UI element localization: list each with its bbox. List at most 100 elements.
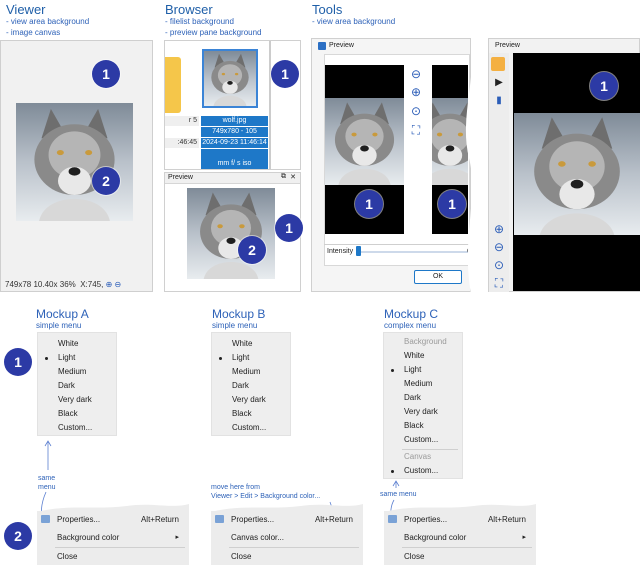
intensity-slider-thumb[interactable]	[356, 246, 361, 256]
close-icon[interactable]: ✕	[290, 173, 296, 181]
preview-panel: Preview ▶ ▮ ⊕ ⊖ ⊙ ⛶	[488, 38, 640, 292]
pin-icon[interactable]: ⧉	[281, 173, 286, 181]
zoom-100-icon[interactable]: ⊙	[408, 103, 424, 119]
zoom-fit-icon[interactable]: ⊕	[106, 280, 113, 289]
menu-item-black[interactable]: Black	[212, 407, 290, 421]
menu-item-very-dark[interactable]: Very dark	[384, 405, 462, 419]
ctx-close[interactable]: Close	[37, 548, 189, 565]
mockup-a-context-menu: Properties... Alt+Return Background color…	[37, 511, 189, 565]
col-left-1: r 5	[165, 116, 199, 126]
menu-item-light[interactable]: Light	[212, 351, 290, 365]
preview-image	[187, 188, 275, 279]
divider	[324, 244, 470, 245]
menu-item-very-dark[interactable]: Very dark	[212, 393, 290, 407]
menu-item-label: Custom...	[404, 435, 439, 444]
tools-title: Tools	[312, 2, 343, 17]
ctx-close[interactable]: Close	[384, 548, 536, 565]
menu-item-label: Light	[404, 365, 422, 374]
menu-item-label: Medium	[58, 367, 87, 376]
zoom-in-icon[interactable]: ⊕	[491, 221, 507, 237]
preview-title: Preview	[168, 174, 193, 181]
zoom-out-icon[interactable]: ⊖	[491, 239, 507, 255]
menu-item-label: Background	[404, 337, 447, 346]
menu-item-custom-canvas[interactable]: Custom...	[384, 464, 462, 478]
menu-item-light[interactable]: Light	[38, 351, 116, 365]
menu-item-custom[interactable]: Custom...	[38, 421, 116, 435]
ctx-properties[interactable]: Properties... Alt+Return	[37, 511, 189, 528]
ctx-background-color[interactable]: Background color ▸	[384, 529, 536, 546]
intensity-slider-track[interactable]	[356, 251, 468, 253]
menu-item-label: Canvas	[404, 452, 432, 461]
ctx-shortcut: Alt+Return	[314, 515, 353, 524]
viewer-note-2: - image canvas	[6, 28, 61, 37]
split-view-icon[interactable]: ▮	[491, 93, 507, 109]
ctx-canvas-color[interactable]: Canvas color...	[211, 529, 363, 546]
zoom-out-icon[interactable]: ⊖	[115, 280, 122, 289]
menu-item-label: Medium	[232, 367, 261, 376]
preview-panel-image	[514, 113, 640, 235]
fit-icon[interactable]: ⛶	[491, 275, 507, 291]
ctx-label: Close	[57, 552, 78, 561]
zoom-in-icon[interactable]: ⊕	[408, 84, 424, 100]
menu-item-dark[interactable]: Dark	[212, 379, 290, 393]
browser-note-2: - preview pane background	[165, 28, 262, 37]
intensity-label: Intensity	[327, 248, 354, 255]
folder-icon[interactable]	[165, 57, 181, 113]
badge-viewer-2: 2	[92, 167, 120, 195]
badge-preview-2: 2	[238, 236, 266, 264]
ctx-label: Properties...	[231, 515, 275, 524]
menu-item-white[interactable]: White	[212, 337, 290, 351]
ctx-shortcut: Alt+Return	[140, 515, 179, 524]
preview-checkbox[interactable]	[318, 42, 326, 50]
ctx-label: Canvas color...	[231, 533, 284, 542]
mockup-b-subtitle: simple menu	[212, 321, 258, 330]
menu-item-label: Black	[232, 409, 252, 418]
menu-item-dark[interactable]: Dark	[38, 379, 116, 393]
zoom-100-icon[interactable]: ⊙	[491, 257, 507, 273]
ctx-close[interactable]: Close	[211, 548, 363, 565]
menu-item-custom[interactable]: Custom...	[212, 421, 290, 435]
wolf-illustration	[200, 192, 262, 279]
zoom-out-icon[interactable]: ⊖	[408, 66, 424, 82]
ctx-background-color[interactable]: Background color ▸	[37, 529, 189, 546]
menu-item-label: Custom...	[404, 466, 439, 475]
menu-item-black[interactable]: Black	[384, 419, 462, 433]
menu-item-medium[interactable]: Medium	[212, 365, 290, 379]
wolf-illustration	[211, 53, 249, 106]
ctx-properties[interactable]: Properties... Alt+Return	[211, 511, 363, 528]
menu-item-white[interactable]: White	[384, 349, 462, 363]
play-icon[interactable]: ▶	[491, 75, 507, 91]
thumbnail-selected[interactable]	[202, 49, 258, 108]
menu-item-very-dark[interactable]: Very dark	[38, 393, 116, 407]
mockup-b-title: Mockup B	[212, 307, 266, 321]
menu-item-white[interactable]: White	[38, 337, 116, 351]
menu-item-light[interactable]: Light	[384, 363, 462, 377]
menu-item-black[interactable]: Black	[38, 407, 116, 421]
badge-tools-1b: 1	[438, 190, 466, 218]
detail-filename: wolf.jpg	[201, 116, 268, 126]
menu-item-label: Very dark	[404, 407, 438, 416]
status-size: 10.40x	[33, 280, 58, 289]
detail-blank	[201, 149, 268, 159]
filelist-scrollbar[interactable]	[269, 41, 271, 169]
ctx-shortcut: Alt+Return	[487, 515, 526, 524]
preview-checkbox-label: Preview	[329, 42, 354, 49]
ctx-label: Properties...	[57, 515, 101, 524]
viewer-note-1: - view area background	[6, 17, 90, 26]
menu-item-custom-bg[interactable]: Custom...	[384, 433, 462, 447]
badge-row-2: 2	[4, 522, 32, 550]
ctx-label: Close	[404, 552, 425, 561]
badge-preview-1: 1	[275, 214, 303, 242]
mockup-c-menu: Background White Light Medium Dark Very …	[383, 332, 463, 479]
ctx-properties[interactable]: Properties... Alt+Return	[384, 511, 536, 528]
col-left-2: :46:45	[165, 138, 199, 148]
image-icon[interactable]	[491, 57, 505, 71]
detail-dims: 749x780 - 105	[201, 127, 268, 137]
menu-item-medium[interactable]: Medium	[384, 377, 462, 391]
menu-item-medium[interactable]: Medium	[38, 365, 116, 379]
selected-bullet-icon	[45, 357, 48, 360]
badge-panel-1: 1	[590, 72, 618, 100]
menu-item-dark[interactable]: Dark	[384, 391, 462, 405]
fit-icon[interactable]: ⛶	[408, 122, 424, 138]
ctx-label: Close	[231, 552, 252, 561]
